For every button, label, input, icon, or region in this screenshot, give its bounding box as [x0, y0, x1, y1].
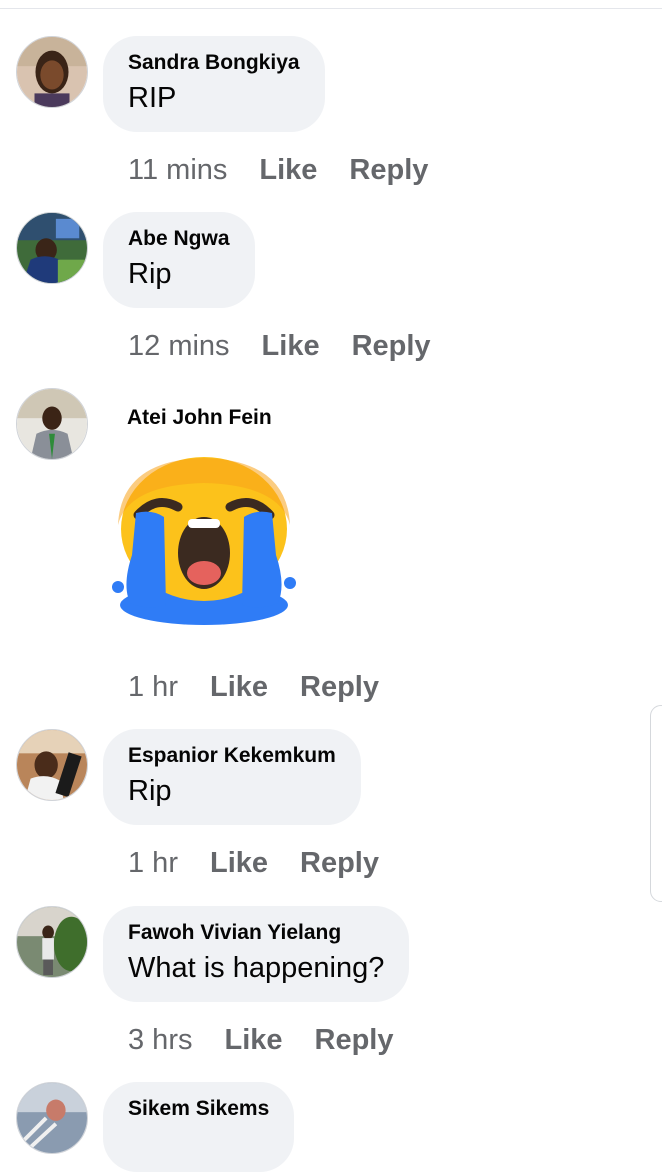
like-button[interactable]: Like [224, 1024, 282, 1056]
like-button[interactable]: Like [210, 847, 268, 879]
comment-actions: 12 mins Like Reply [128, 328, 431, 364]
comment-bubble[interactable]: Sikem Sikems [103, 1082, 295, 1172]
comment-text: What is happening? [128, 952, 385, 984]
like-button[interactable]: Like [262, 330, 320, 362]
comment-time[interactable]: 3 hrs [128, 1024, 192, 1056]
comment-author[interactable]: Abe Ngwa [128, 226, 230, 252]
comment-time[interactable]: 1 hr [128, 671, 178, 703]
comment-time[interactable]: 12 mins [128, 330, 230, 362]
top-divider [0, 8, 662, 9]
reply-button[interactable]: Reply [300, 847, 379, 879]
comment-author[interactable]: Fawoh Vivian Yielang [128, 920, 384, 946]
avatar[interactable] [16, 906, 88, 978]
reply-button[interactable]: Reply [315, 1024, 394, 1056]
comment-text: Rip [128, 258, 172, 290]
comment-author[interactable]: Atei John Fein [127, 405, 272, 431]
comment-author[interactable]: Sandra Bongkiya [128, 50, 300, 76]
like-button[interactable]: Like [259, 154, 317, 186]
avatar[interactable] [16, 212, 88, 284]
comment-bubble[interactable]: Abe Ngwa Rip [103, 212, 255, 308]
comment-actions: 3 hrs Like Reply [128, 1022, 394, 1058]
comment-text: Rip [128, 775, 172, 807]
comment-actions: 11 mins Like Reply [128, 152, 428, 188]
avatar[interactable] [16, 388, 88, 460]
comment-author[interactable]: Sikem Sikems [128, 1096, 269, 1122]
like-button[interactable]: Like [210, 671, 268, 703]
comment-text: RIP [128, 82, 177, 114]
comment-time[interactable]: 1 hr [128, 847, 178, 879]
comment-author[interactable]: Espanior Kekemkum [128, 743, 336, 769]
comment-time[interactable]: 11 mins [128, 154, 227, 186]
avatar[interactable] [16, 36, 88, 108]
reply-button[interactable]: Reply [352, 330, 431, 362]
comment-actions: 1 hr Like Reply [128, 669, 379, 705]
scroll-handle[interactable] [650, 705, 662, 902]
reply-button[interactable]: Reply [349, 154, 428, 186]
loudly-crying-face-sticker [112, 457, 296, 625]
comment-bubble[interactable]: Fawoh Vivian Yielang What is happening? [103, 906, 410, 1002]
comment-actions: 1 hr Like Reply [128, 845, 379, 881]
reply-button[interactable]: Reply [300, 671, 379, 703]
avatar[interactable] [16, 729, 88, 801]
avatar[interactable] [16, 1082, 88, 1154]
comment-bubble[interactable]: Sandra Bongkiya RIP [103, 36, 325, 132]
comment-bubble[interactable]: Espanior Kekemkum Rip [103, 729, 361, 825]
